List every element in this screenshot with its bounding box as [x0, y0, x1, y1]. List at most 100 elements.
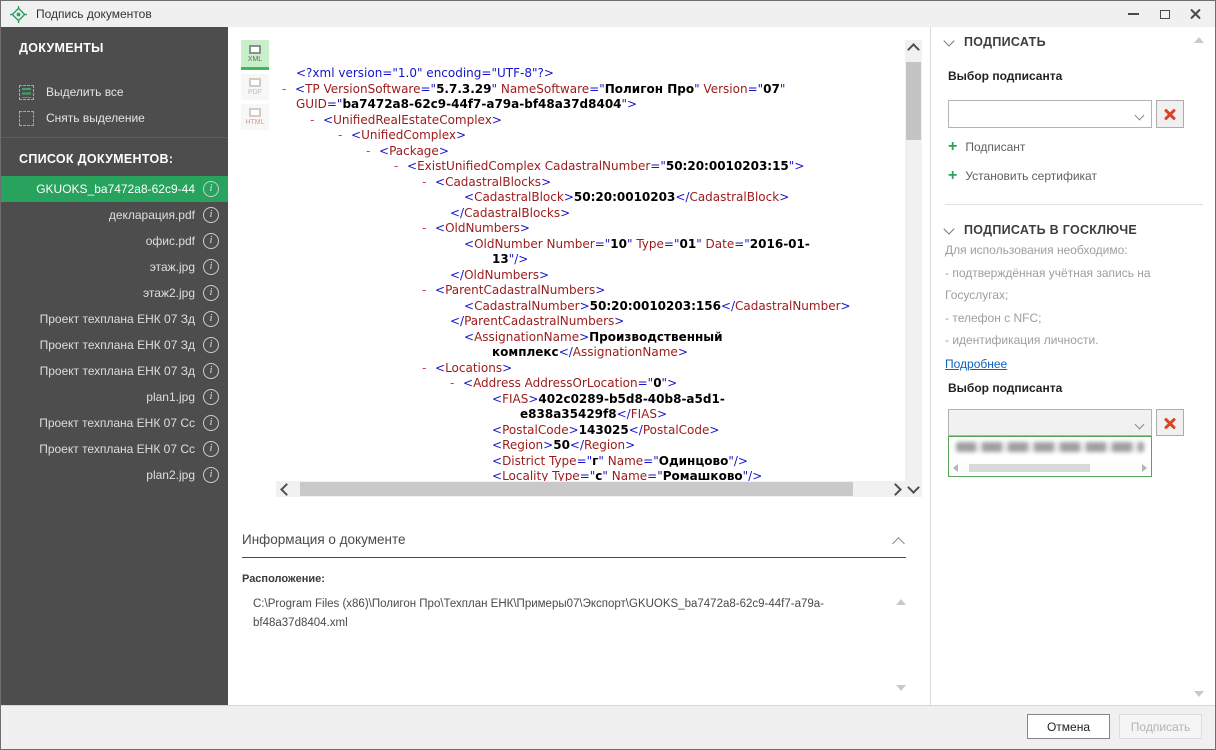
sign-section-header[interactable]: ПОДПИСАТЬ [943, 34, 1046, 49]
xml-line: GUID="ba7472a8-62c9-44f7-a79a-bf48a37d84… [296, 97, 638, 111]
document-item[interactable]: декларация.pdf i [1, 202, 228, 228]
document-item[interactable]: plan1.jpg i [1, 384, 228, 410]
scroll-up-icon[interactable] [905, 40, 922, 56]
install-cert-label: Установить сертификат [965, 169, 1097, 183]
info-icon[interactable]: i [203, 311, 219, 327]
xml-line: комплекс</AssignationName> [492, 345, 688, 359]
info-icon[interactable]: i [203, 389, 219, 405]
scrollbar-thumb[interactable] [906, 62, 921, 140]
collapse-marker-icon[interactable]: - [450, 376, 463, 392]
document-name: Проект техплана ЕНК 07 Зд [39, 338, 195, 352]
dropdown-hscrollbar[interactable] [950, 461, 1150, 475]
scroll-right-icon[interactable] [888, 481, 905, 497]
close-icon [1189, 8, 1202, 21]
scrollbar-thumb[interactable] [969, 464, 1090, 472]
scrollbar-thumb[interactable] [300, 482, 853, 496]
goskey-dropdown-list[interactable] [948, 436, 1152, 477]
document-item[interactable]: Проект техплана ЕНК 07 Зд i [1, 358, 228, 384]
details-link[interactable]: Подробнее [945, 357, 1007, 371]
document-name: декларация.pdf [108, 208, 195, 222]
document-item[interactable]: Проект техплана ЕНК 07 Зд i [1, 306, 228, 332]
document-item[interactable]: GKUOKS_ba7472a8-62c9-44 i [1, 176, 228, 202]
collapse-marker-icon[interactable]: - [422, 221, 435, 237]
select-all-button[interactable]: Выделить все [19, 79, 228, 105]
xml-line: - <Address AddressOrLocation="0"> [450, 376, 678, 392]
info-icon[interactable]: i [203, 181, 219, 197]
info-icon[interactable]: i [203, 467, 219, 483]
document-info-header[interactable]: Информация о документе [242, 532, 406, 547]
info-icon[interactable]: i [203, 363, 219, 379]
combobox-arrow-icon [1134, 419, 1145, 430]
xml-line: - <Locations> [422, 360, 513, 377]
format-button-html[interactable]: HTML [241, 104, 269, 130]
document-item[interactable]: Проект техплана ЕНК 07 Сс i [1, 436, 228, 462]
scroll-down-icon[interactable] [905, 481, 922, 497]
xml-line: <PostalCode>143025</PostalCode> [492, 422, 720, 437]
goskey-clear-button[interactable] [1156, 409, 1184, 436]
document-name: офис.pdf [145, 234, 195, 248]
scroll-up-triangle-icon[interactable] [896, 599, 906, 605]
collapse-icon[interactable] [892, 537, 905, 550]
xml-line: <CadastralBlock>50:20:0010203</Cadastral… [464, 190, 790, 204]
document-item[interactable]: этаж.jpg i [1, 254, 228, 280]
format-button-xml[interactable]: XML [241, 40, 269, 70]
xml-horizontal-scrollbar[interactable] [276, 481, 905, 497]
deselect-button[interactable]: Снять выделение [19, 105, 228, 131]
panel-scroll-up-icon[interactable] [1194, 37, 1204, 43]
document-item[interactable]: этаж2.jpg i [1, 280, 228, 306]
collapse-marker-icon[interactable]: - [282, 82, 295, 98]
collapse-marker-icon[interactable]: - [366, 144, 379, 160]
info-icon[interactable]: i [203, 259, 219, 275]
xml-line: - <ParentCadastralNumbers> [422, 283, 606, 299]
maximize-button[interactable] [1149, 1, 1180, 27]
collapse-marker-icon[interactable]: - [422, 175, 435, 191]
collapse-marker-icon[interactable]: - [394, 159, 407, 175]
install-cert-link[interactable]: + Установить сертификат [948, 168, 1097, 184]
xml-line: <Region>50</Region> [492, 438, 636, 452]
sign-button[interactable]: Подписать [1119, 714, 1202, 739]
collapse-marker-icon[interactable]: - [422, 283, 435, 299]
goskey-section-header[interactable]: ПОДПИСАТЬ В ГОСКЛЮЧЕ [943, 222, 1137, 237]
clear-signer-button[interactable] [1156, 100, 1184, 128]
sidebar-divider [1, 137, 228, 138]
document-name: GKUOKS_ba7472a8-62c9-44 [36, 182, 195, 196]
info-icon[interactable]: i [203, 415, 219, 431]
format-button-pdf[interactable]: PDF [241, 74, 269, 100]
info-icon[interactable]: i [203, 207, 219, 223]
xml-vertical-scrollbar[interactable] [905, 40, 922, 497]
signer-combobox[interactable] [948, 100, 1152, 128]
format-label: XML [247, 55, 263, 63]
xml-line: <?xml version="1.0" encoding="UTF-8"?> [296, 66, 554, 80]
minimize-button[interactable] [1118, 1, 1149, 27]
dropdown-item-redacted[interactable] [956, 442, 1144, 452]
document-item[interactable]: Проект техплана ЕНК 07 Зд i [1, 332, 228, 358]
document-name: plan2.jpg [146, 468, 195, 482]
collapse-marker-icon[interactable]: - [338, 128, 351, 144]
titlebar: Подпись документов [1, 1, 1215, 27]
goskey-combobox[interactable] [948, 409, 1152, 436]
select-all-label: Выделить все [46, 85, 124, 99]
goskey-signer-label: Выбор подписанта [948, 381, 1063, 395]
document-item[interactable]: Проект техплана ЕНК 07 Сс i [1, 410, 228, 436]
info-icon[interactable]: i [203, 233, 219, 249]
scroll-down-triangle-icon[interactable] [896, 685, 906, 691]
add-signer-link[interactable]: + Подписант [948, 139, 1025, 155]
cancel-button[interactable]: Отмена [1027, 714, 1110, 739]
scroll-left-icon[interactable] [276, 481, 293, 497]
xml-line: <OldNumber Number="10" Type="01" Date="2… [464, 236, 810, 251]
info-icon[interactable]: i [203, 337, 219, 353]
deselect-label: Снять выделение [46, 111, 145, 125]
pdf-format-icon [249, 78, 261, 87]
scroll-left-icon[interactable] [953, 464, 958, 472]
scroll-right-icon[interactable] [1142, 464, 1147, 472]
collapse-marker-icon[interactable]: - [310, 113, 323, 129]
document-item[interactable]: plan2.jpg i [1, 462, 228, 488]
info-icon[interactable]: i [203, 441, 219, 457]
info-icon[interactable]: i [203, 285, 219, 301]
sign-panel: ПОДПИСАТЬ Выбор подписанта + Подписант +… [930, 27, 1215, 705]
close-button[interactable] [1180, 1, 1211, 27]
panel-scroll-down-icon[interactable] [1194, 691, 1204, 697]
collapse-marker-icon[interactable]: - [422, 361, 435, 377]
sidebar: ДОКУМЕНТЫ Выделить все Снять выделение С… [1, 27, 228, 705]
document-item[interactable]: офис.pdf i [1, 228, 228, 254]
